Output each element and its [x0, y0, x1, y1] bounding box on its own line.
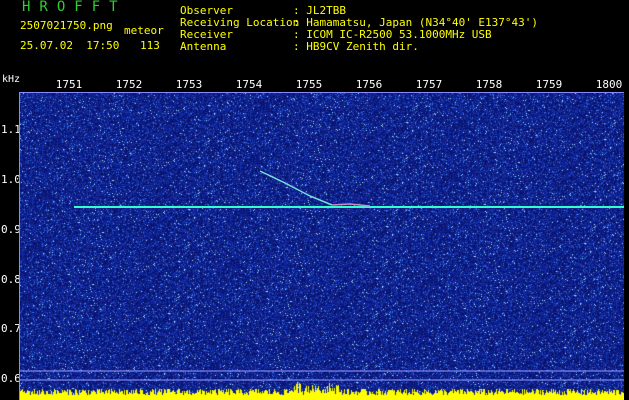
x-tick: 1753 [175, 78, 203, 91]
y-tick: 1.0 [1, 173, 21, 186]
x-tick: 1751 [55, 78, 83, 91]
y-axis-unit: kHz [2, 74, 21, 85]
x-tick: 1755 [295, 78, 323, 91]
spectrogram-overlay [20, 170, 624, 381]
hrofft-window: HROFFT 2507021750.png meteor 25.07.02 17… [0, 0, 629, 400]
y-tick: 0.9 [1, 223, 21, 236]
antenna-label: Antenna [180, 40, 227, 53]
meteor-trace [259, 170, 333, 206]
y-tick: 0.6 [1, 372, 21, 385]
x-tick: 1757 [415, 78, 443, 91]
meteor-trace-tail [331, 203, 371, 207]
meteor-count: 113 [140, 39, 160, 52]
app-title: HROFFT [22, 0, 127, 15]
timestamp: 25.07.02 17:50 [20, 39, 120, 52]
x-tick: 1800 [595, 78, 623, 91]
x-tick: 1758 [475, 78, 503, 91]
x-tick: 1754 [235, 78, 263, 91]
x-tick: 1759 [535, 78, 563, 91]
x-tick: 1756 [355, 78, 383, 91]
antenna-value: : HB9CV Zenith dir. [293, 40, 419, 53]
y-tick: 0.8 [1, 273, 21, 286]
file-name: 2507021750.png [20, 19, 113, 32]
y-tick: 1.1 [1, 123, 21, 136]
spectrogram-display [19, 92, 624, 400]
meteor-label: meteor [124, 24, 164, 37]
x-tick: 1752 [115, 78, 143, 91]
y-tick: 0.7 [1, 322, 21, 335]
